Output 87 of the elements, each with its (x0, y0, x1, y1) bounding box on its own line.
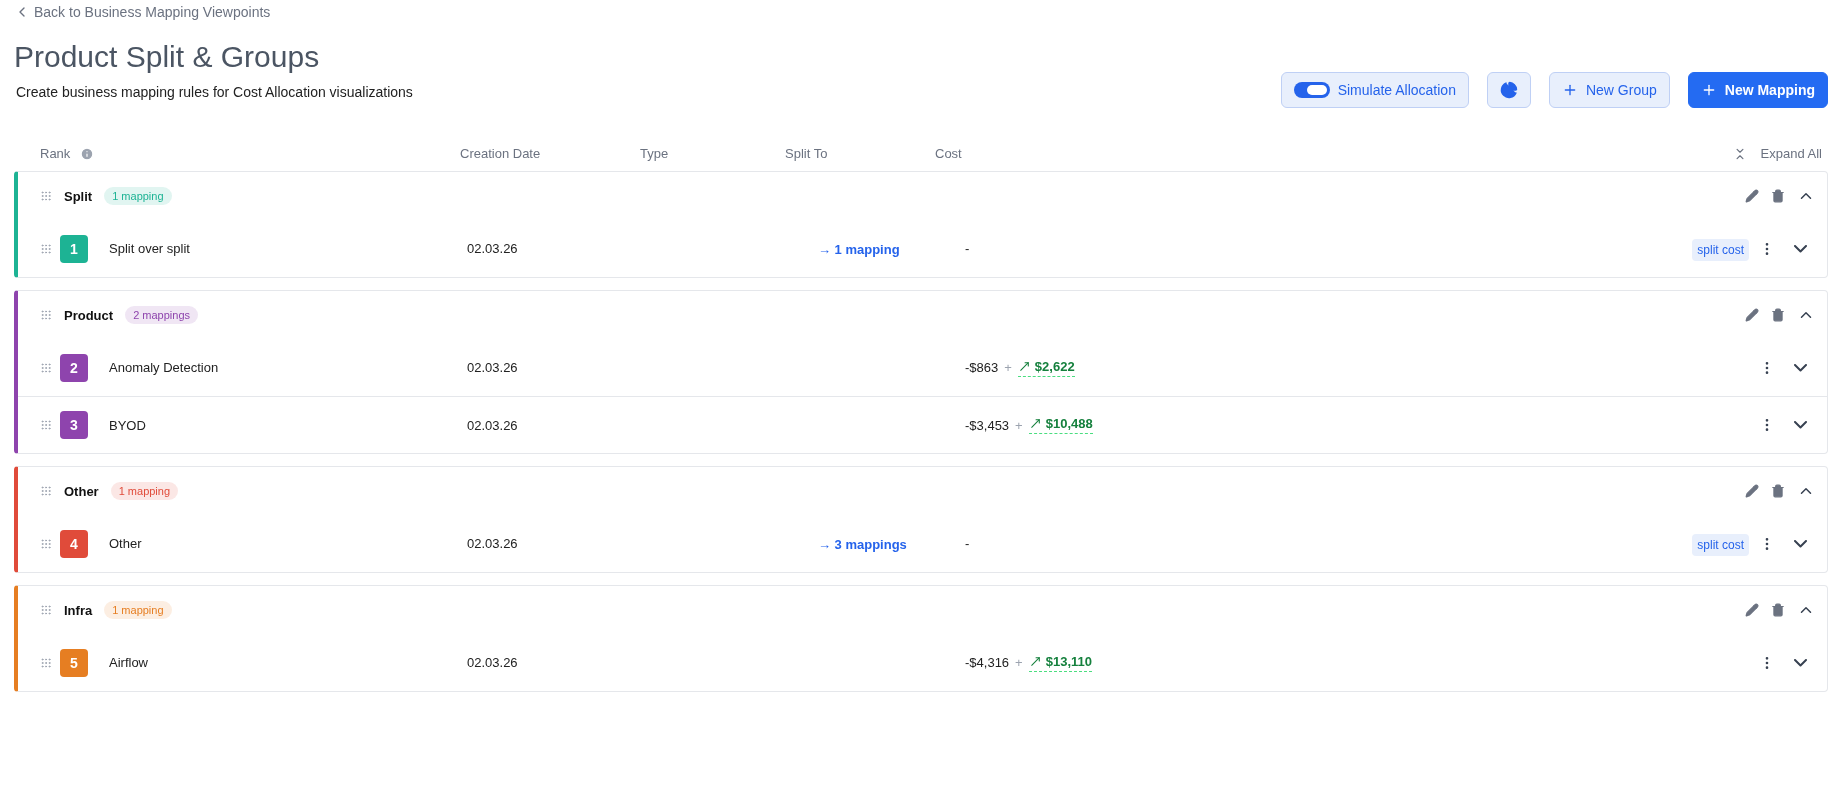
back-link[interactable]: Back to Business Mapping Viewpoints (14, 4, 271, 20)
column-header: Creation Date (460, 146, 542, 161)
group-name: Split (64, 188, 93, 204)
drag-handle-icon[interactable] (40, 361, 52, 374)
drag-handle-icon[interactable] (40, 242, 52, 255)
pencil-icon (1745, 484, 1759, 498)
pencil-icon (1745, 308, 1759, 322)
creation-date: 02.03.26 (467, 536, 519, 551)
mapping-name: Split over split (109, 241, 191, 256)
rank-badge: 3 (60, 411, 88, 439)
chevron-down-icon (1793, 421, 1807, 429)
arrow-up-right-icon (1017, 359, 1031, 373)
split-cost-tag: split cost (1692, 533, 1749, 556)
edit-button[interactable] (1745, 603, 1759, 617)
simulate-allocation-button[interactable]: Simulate Allocation (1280, 72, 1469, 108)
rank-badge: 4 (60, 529, 88, 558)
creation-date: 02.03.26 (467, 360, 519, 375)
new-group-button[interactable]: New Group (1548, 72, 1670, 108)
pencil-icon (1745, 603, 1759, 617)
column-header: Cost (935, 146, 963, 161)
page-subtitle: Create business mapping rules for Cost Allocation visualizations (16, 84, 413, 100)
mapping-count-badge: 1 mapping (104, 601, 172, 619)
column-header: Split To (785, 146, 829, 161)
group-name: Other (64, 483, 99, 499)
plus-sign: + (1015, 655, 1023, 670)
rank-badge: 1 (60, 234, 88, 263)
delete-button[interactable] (1771, 484, 1785, 498)
mapping-name: BYOD (109, 417, 147, 433)
rank-badge: 2 (60, 353, 88, 382)
edit-button[interactable] (1745, 189, 1759, 203)
arrow-up-right-icon (1028, 417, 1042, 430)
creation-date: 02.03.26 (467, 241, 519, 256)
cost-value: - (965, 536, 970, 551)
pencil-icon (1745, 189, 1759, 203)
trash-icon (1771, 308, 1785, 322)
cost-value: -$4,316 (965, 655, 1010, 670)
drag-handle-icon[interactable] (40, 419, 52, 431)
plus-sign: + (1004, 360, 1012, 375)
rank-badge: 5 (60, 648, 88, 677)
chevron-down-icon (1793, 658, 1807, 667)
edit-button[interactable] (1745, 308, 1759, 322)
chevron-down-icon (1793, 539, 1807, 548)
cost-value: -$863 (965, 360, 999, 375)
cost-value: -$3,453 (965, 417, 1010, 433)
drag-handle-icon[interactable] (40, 604, 52, 616)
mapping-count-badge: 1 mapping (110, 482, 179, 500)
trash-icon (1771, 603, 1785, 617)
drag-handle-icon[interactable] (40, 537, 52, 550)
chevron-down-icon (1793, 363, 1807, 372)
split-to-link[interactable]: → 1 mapping (818, 241, 900, 257)
trash-icon (1771, 189, 1785, 203)
edit-button[interactable] (1745, 484, 1759, 498)
mapping-name: Airflow (109, 655, 149, 670)
drag-handle-icon[interactable] (40, 309, 52, 321)
split-to-link[interactable]: → 3 mappings (818, 536, 907, 552)
mapping-count-badge: 1 mapping (104, 187, 172, 205)
creation-date: 02.03.26 (467, 655, 519, 670)
delete-button[interactable] (1771, 189, 1785, 203)
pie-chart-icon (1499, 81, 1518, 99)
group-name: Product (64, 307, 114, 323)
drag-handle-icon[interactable] (40, 485, 52, 497)
group-name: Infra (64, 602, 93, 618)
arrow-up-right-icon (1028, 654, 1042, 668)
drag-handle-icon[interactable] (40, 656, 52, 669)
plus-sign: + (1015, 417, 1023, 433)
page-title: Product Split & Groups (14, 40, 321, 74)
expand-all-link[interactable]: Expand All (1760, 146, 1822, 161)
creation-date: 02.03.26 (467, 417, 519, 433)
drag-handle-icon[interactable] (40, 190, 52, 202)
pie-chart-button[interactable] (1486, 72, 1531, 108)
mapping-count-badge: 2 mappings (125, 306, 198, 324)
cost-increase[interactable]: $13,110 (1028, 653, 1092, 672)
trash-icon (1771, 484, 1785, 498)
toggle-switch[interactable] (1293, 82, 1330, 98)
new-mapping-button[interactable]: New Mapping (1687, 72, 1828, 108)
delete-button[interactable] (1771, 603, 1785, 617)
info-icon (80, 146, 95, 161)
cost-value: - (965, 241, 970, 256)
mapping-name: Other (109, 536, 143, 551)
mapping-name: Anomaly Detection (109, 360, 220, 375)
cost-increase[interactable]: $2,622 (1017, 358, 1075, 377)
cost-increase[interactable]: $10,488 (1028, 416, 1093, 434)
column-header: Rank (40, 146, 460, 161)
chevron-down-icon (1793, 244, 1807, 253)
delete-button[interactable] (1771, 308, 1785, 322)
column-header: Type (640, 146, 670, 161)
split-cost-tag: split cost (1692, 238, 1749, 261)
